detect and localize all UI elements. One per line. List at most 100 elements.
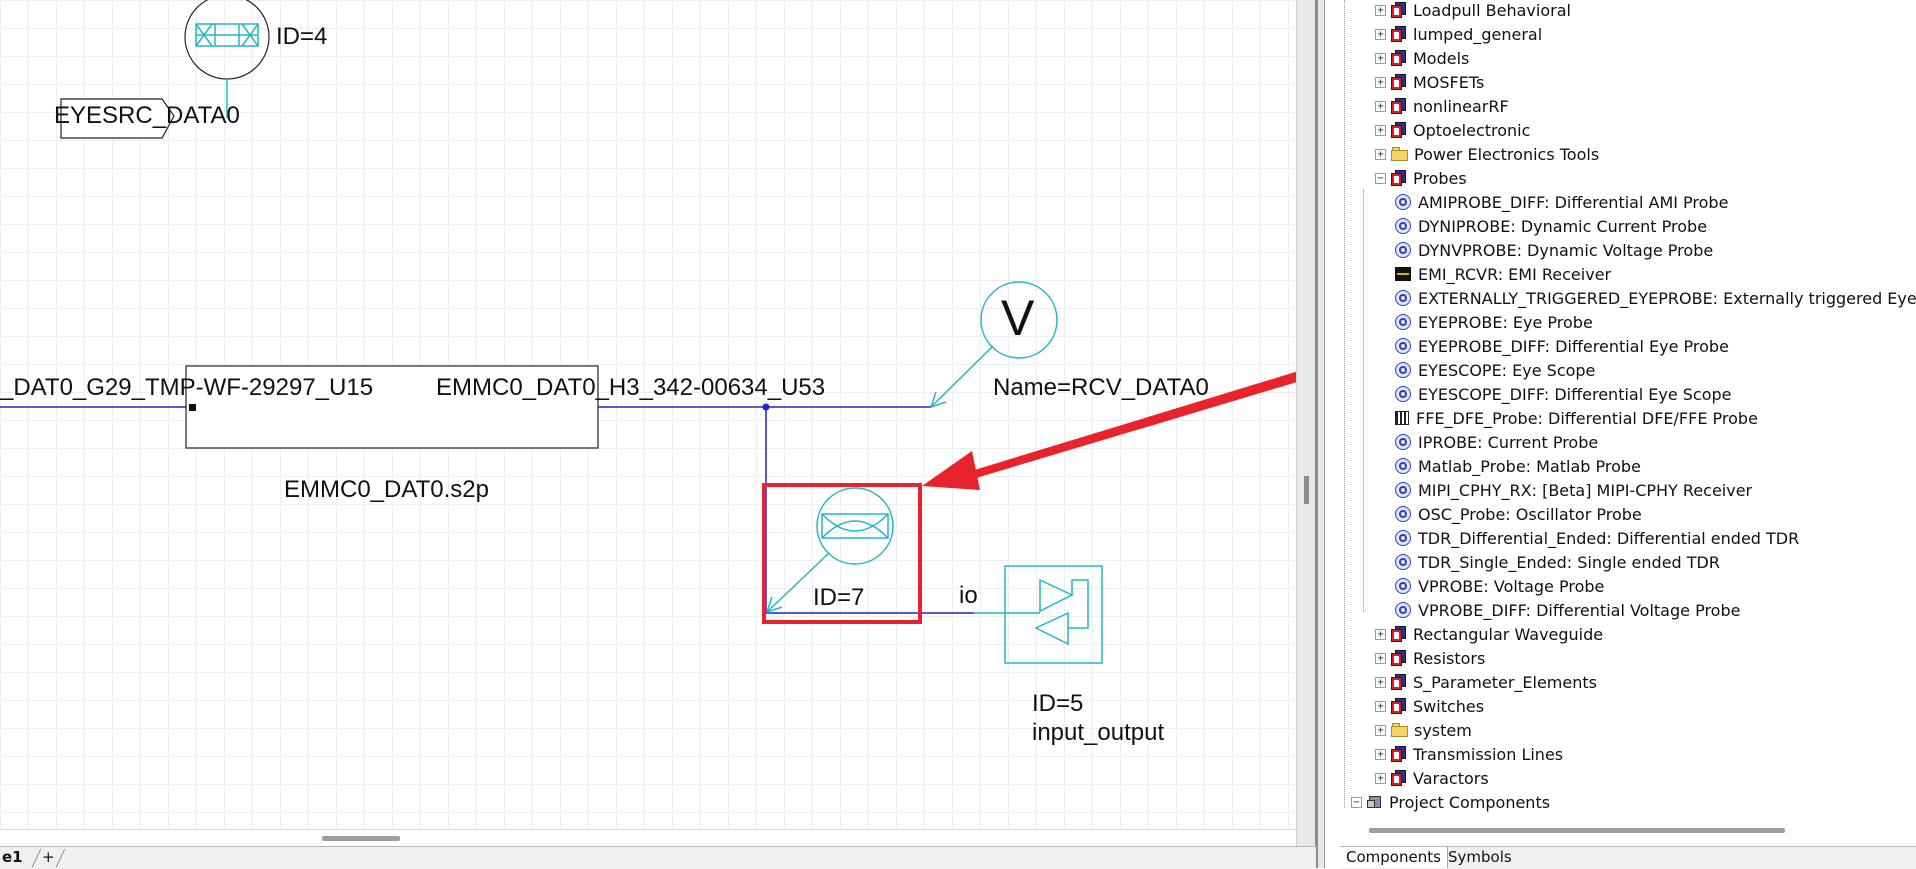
tree-probe-item[interactable]: IPROBE: Current Probe (1395, 431, 1598, 453)
project-icon (1367, 794, 1383, 810)
expand-icon[interactable]: + (1375, 652, 1386, 664)
tree-probe-item[interactable]: EYEPROBE: Eye Probe (1395, 311, 1593, 333)
tree-probe-item[interactable]: EYESCOPE: Eye Scope (1395, 359, 1595, 381)
net-right-label: EMMC0_DAT0_H3_342-00634_U53 (436, 374, 826, 401)
tree-hscroll-thumb[interactable] (1369, 828, 1785, 833)
probe-icon (1395, 530, 1411, 546)
tree-library-item[interactable]: + Rectangular Waveguide (1375, 623, 1603, 645)
tree-item-label: EYEPROBE_DIFF: Differential Eye Probe (1418, 336, 1729, 356)
folder-icon (1391, 723, 1408, 737)
tree-probe-item[interactable]: AMIPROBE_DIFF: Differential AMI Probe (1395, 191, 1728, 213)
library-icon (1391, 26, 1407, 42)
tree-library-item[interactable]: + Optoelectronic (1375, 119, 1530, 141)
tree-item-label: lumped_general (1413, 24, 1543, 44)
schematic-hscroll-track[interactable] (0, 829, 1296, 830)
probe-icon (1395, 602, 1411, 618)
receiver-name-label: Name=RCV_DATA0 (993, 374, 1209, 401)
tree-item-label: EXTERNALLY_TRIGGERED_EYEPROBE: Externall… (1418, 288, 1916, 308)
tree-library-item[interactable]: + system (1375, 719, 1472, 741)
tree-probe-item[interactable]: TDR_Single_Ended: Single ended TDR (1395, 551, 1720, 573)
expand-icon[interactable]: + (1375, 100, 1386, 112)
library-icon (1391, 98, 1407, 114)
component-tree[interactable]: + Loadpull Behavioral + lumped_general + Mode… (1325, 0, 1916, 840)
expand-icon[interactable]: + (1375, 52, 1386, 64)
collapse-icon[interactable]: − (1375, 172, 1386, 184)
tree-item-label: Resistors (1413, 648, 1486, 668)
expand-icon[interactable]: + (1375, 772, 1386, 784)
tree-probe-item[interactable]: DYNVPROBE: Dynamic Voltage Probe (1395, 239, 1713, 261)
panel-tab-bar: Components Symbols (1340, 846, 1916, 869)
tree-item-label: FFE_DFE_Probe: Differential DFE/FFE Prob… (1416, 408, 1758, 428)
vertical-splitter[interactable] (1296, 0, 1325, 868)
tree-library-item[interactable]: + Switches (1375, 695, 1484, 717)
tree-probe-item[interactable]: DYNIPROBE: Dynamic Current Probe (1395, 215, 1707, 237)
eyesrc-port-label: EYESRC_DATA0 (54, 102, 240, 129)
tree-probe-item[interactable]: Matlab_Probe: Matlab Probe (1395, 455, 1641, 477)
probe-icon (1395, 554, 1411, 570)
tree-probe-item[interactable]: OSC_Probe: Oscillator Probe (1395, 503, 1642, 525)
eye-source-symbol[interactable] (184, 0, 270, 118)
folder-icon (1391, 147, 1408, 161)
expand-icon[interactable]: + (1375, 676, 1386, 688)
tree-probe-item[interactable]: EMI_RCVR: EMI Receiver (1395, 263, 1611, 285)
probe-icon (1395, 314, 1411, 330)
tree-library-item[interactable]: + Models (1375, 47, 1469, 69)
source-id-label: ID=4 (276, 23, 328, 50)
expand-icon[interactable]: + (1375, 700, 1386, 712)
tree-probe-item[interactable]: EYEPROBE_DIFF: Differential Eye Probe (1395, 335, 1729, 357)
tree-library-item[interactable]: − Probes (1375, 167, 1467, 189)
library-icon (1391, 122, 1407, 138)
tree-item-label: Matlab_Probe: Matlab Probe (1418, 456, 1641, 476)
library-icon (1391, 2, 1407, 18)
tree-library-item[interactable]: + Resistors (1375, 647, 1485, 669)
tree-item-label: VPROBE_DIFF: Differential Voltage Probe (1418, 600, 1741, 620)
tree-item-label: Transmission Lines (1413, 744, 1564, 764)
tree-probe-item[interactable]: MIPI_CPHY_RX: [Beta] MIPI-CPHY Receiver (1395, 479, 1752, 501)
horizontal-scrollbar-thumb[interactable] (322, 836, 400, 841)
tree-library-item[interactable]: + Varactors (1375, 767, 1489, 789)
collapse-icon[interactable]: − (1351, 796, 1362, 808)
tree-item-label: Power Electronics Tools (1414, 144, 1600, 164)
tree-item-label: Optoelectronic (1413, 120, 1531, 140)
library-icon (1391, 698, 1407, 714)
splitter-grip[interactable] (1304, 476, 1309, 504)
tree-item-label: EMI_RCVR: EMI Receiver (1418, 264, 1612, 284)
tree-probe-item[interactable]: TDR_Differential_Ended: Differential end… (1395, 527, 1799, 549)
expand-icon[interactable]: + (1375, 76, 1386, 88)
tree-project-components[interactable]: − Project Components (1351, 791, 1550, 813)
expand-icon[interactable]: + (1375, 724, 1386, 736)
io-type-label: input_output (1032, 719, 1165, 746)
library-icon (1391, 626, 1407, 642)
expand-icon[interactable]: + (1375, 28, 1386, 40)
tree-library-item[interactable]: + Power Electronics Tools (1375, 143, 1599, 165)
probe-icon (1395, 458, 1411, 474)
io-port-symbol[interactable] (974, 565, 1103, 664)
tree-item-label: OSC_Probe: Oscillator Probe (1418, 504, 1642, 524)
tree-library-item[interactable]: + nonlinearRF (1375, 95, 1509, 117)
expand-icon[interactable]: + (1375, 4, 1386, 16)
tree-library-item[interactable]: + lumped_general (1375, 23, 1542, 45)
tree-probe-item[interactable]: VPROBE_DIFF: Differential Voltage Probe (1395, 599, 1740, 621)
expand-icon[interactable]: + (1375, 124, 1386, 136)
tab-components[interactable]: Components (1340, 847, 1448, 868)
expand-icon[interactable]: + (1375, 748, 1386, 760)
tree-library-item[interactable]: + Loadpull Behavioral (1375, 0, 1571, 21)
tree-item-label: Loadpull Behavioral (1413, 0, 1571, 20)
tree-item-label: system (1414, 720, 1472, 740)
library-icon (1391, 74, 1407, 90)
library-icon (1391, 770, 1407, 786)
tree-probe-item[interactable]: FFE_DFE_Probe: Differential DFE/FFE Prob… (1395, 407, 1758, 429)
tree-library-item[interactable]: + MOSFETs (1375, 71, 1484, 93)
sparam-file-label: EMMC0_DAT0.s2p (284, 476, 489, 503)
probe-icon (1395, 290, 1411, 306)
sheet-tab-bar: e1 + (0, 846, 1316, 869)
tree-probe-item[interactable]: EYESCOPE_DIFF: Differential Eye Scope (1395, 383, 1732, 405)
tree-probe-item[interactable]: EXTERNALLY_TRIGGERED_EYEPROBE: Externall… (1395, 287, 1916, 309)
expand-icon[interactable]: + (1375, 148, 1386, 160)
tree-library-item[interactable]: + S_Parameter_Elements (1375, 671, 1597, 693)
tree-library-item[interactable]: + Transmission Lines (1375, 743, 1563, 765)
tab-symbols[interactable]: Symbols (1442, 847, 1518, 868)
probe-icon (1395, 386, 1411, 402)
tree-probe-item[interactable]: VPROBE: Voltage Probe (1395, 575, 1604, 597)
expand-icon[interactable]: + (1375, 628, 1386, 640)
